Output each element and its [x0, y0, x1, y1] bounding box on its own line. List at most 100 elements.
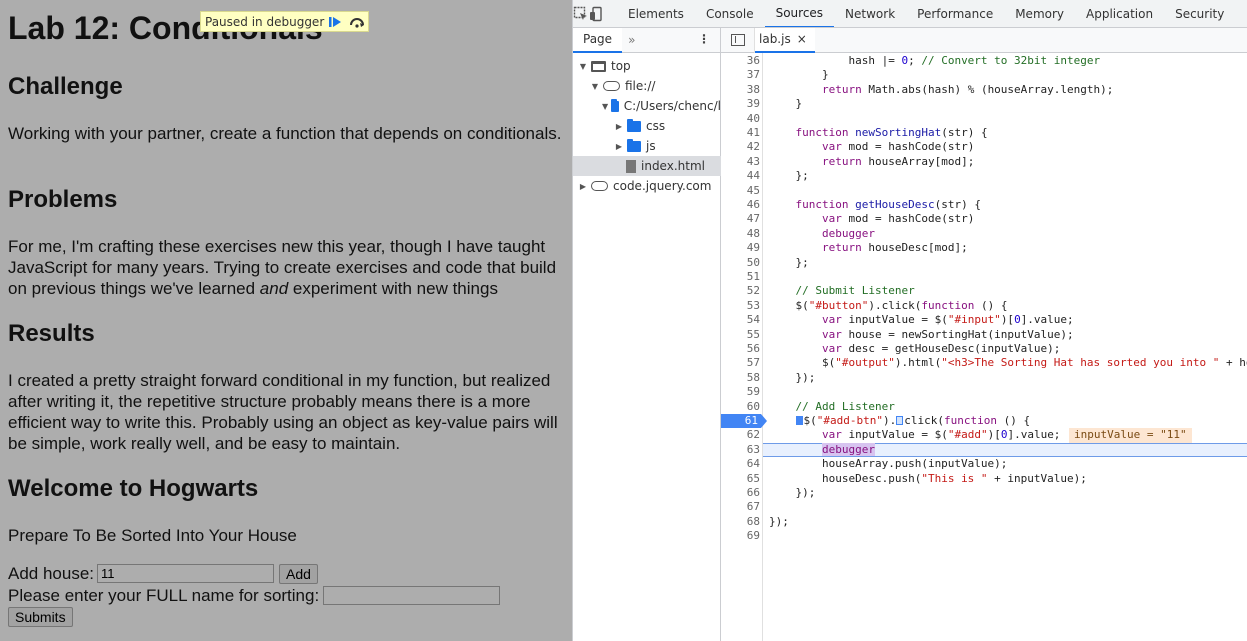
tab-elements[interactable]: Elements — [617, 0, 695, 27]
line-number[interactable]: 56 — [721, 342, 763, 356]
line-number[interactable]: 46 — [721, 198, 763, 212]
navigator-tab-page[interactable]: Page — [573, 27, 623, 53]
line-number[interactable]: 55 — [721, 328, 763, 342]
tab-console[interactable]: Console — [695, 0, 765, 27]
code-line[interactable]: $("#button").click(function () { — [763, 299, 1247, 313]
code-line[interactable] — [763, 184, 1247, 198]
line-number[interactable]: 53 — [721, 299, 763, 313]
code-line[interactable]: houseDesc.push("This is " + inputValue); — [763, 472, 1247, 486]
tree-expand-arrow-icon[interactable]: ▼ — [578, 62, 588, 71]
line-number[interactable]: 41 — [721, 126, 763, 140]
code-line[interactable]: }); — [763, 486, 1247, 500]
tab-memory[interactable]: Memory — [1004, 0, 1075, 27]
code-line[interactable]: debugger — [763, 227, 1247, 241]
code-line[interactable] — [763, 500, 1247, 514]
code-line[interactable]: }; — [763, 256, 1247, 270]
resume-button[interactable] — [324, 12, 346, 31]
tab-network[interactable]: Network — [834, 0, 906, 27]
line-number[interactable]: 51 — [721, 270, 763, 284]
tree-expand-arrow-icon[interactable]: ▶ — [578, 182, 588, 191]
tab-application[interactable]: Application — [1075, 0, 1164, 27]
line-number[interactable]: 54 — [721, 313, 763, 327]
add-house-input[interactable] — [97, 564, 275, 583]
submit-button[interactable]: Submits — [8, 607, 73, 627]
name-input[interactable] — [323, 586, 501, 605]
line-number[interactable]: 38 — [721, 83, 763, 97]
line-number[interactable]: 68 — [721, 515, 763, 529]
breakpoint-line-number[interactable]: 61 — [721, 414, 767, 429]
line-number[interactable]: 58 — [721, 371, 763, 385]
more-tabs-chevron-icon[interactable]: » — [628, 33, 635, 47]
line-number[interactable]: 67 — [721, 500, 763, 514]
code-line[interactable]: var inputValue = $("#input")[0].value; — [763, 313, 1247, 327]
code-line[interactable]: var house = newSortingHat(inputValue); — [763, 328, 1247, 342]
code-line[interactable]: houseArray.push(inputValue); — [763, 457, 1247, 471]
line-number[interactable]: 59 — [721, 385, 763, 399]
line-number[interactable]: 57 — [721, 356, 763, 370]
code-line[interactable]: var desc = getHouseDesc(inputValue); — [763, 342, 1247, 356]
code-area[interactable]: hash |= 0; // Convert to 32bit integer }… — [763, 53, 1247, 641]
line-number[interactable]: 52 — [721, 284, 763, 298]
line-number[interactable]: 44 — [721, 169, 763, 183]
tree-item[interactable]: ▶ js — [573, 136, 721, 156]
code-line[interactable]: hash |= 0; // Convert to 32bit integer — [763, 54, 1247, 68]
line-number[interactable]: 50 — [721, 256, 763, 270]
line-number[interactable]: 48 — [721, 227, 763, 241]
line-number[interactable]: 40 — [721, 112, 763, 126]
tree-expand-arrow-icon[interactable]: ▶ — [614, 122, 624, 131]
tree-expand-arrow-icon[interactable]: ▶ — [614, 142, 624, 151]
line-number[interactable]: 63 — [721, 443, 763, 457]
current-execution-line[interactable]: debugger — [763, 442, 1247, 458]
line-number[interactable]: 39 — [721, 97, 763, 111]
line-number[interactable]: 62 — [721, 428, 763, 442]
tree-item[interactable]: ▶ css — [573, 116, 721, 136]
line-number[interactable]: 69 — [721, 529, 763, 543]
code-line[interactable]: $("#output").html("<h3>The Sorting Hat h… — [763, 356, 1247, 370]
line-number[interactable]: 36 — [721, 54, 763, 68]
line-number[interactable]: 43 — [721, 155, 763, 169]
code-line[interactable]: var inputValue = $("#add")[0].value; inpu… — [763, 428, 1247, 443]
line-number[interactable]: 49 — [721, 241, 763, 255]
code-line[interactable]: return houseArray[mod]; — [763, 155, 1247, 169]
code-line[interactable]: function getHouseDesc(str) { — [763, 198, 1247, 212]
tree-item[interactable]: ▼ top — [573, 56, 721, 76]
code-line[interactable]: $("#add-btn"). click(function () { — [763, 414, 1247, 428]
tree-item[interactable]: ▶ code.jquery.com — [573, 176, 721, 196]
editor-file-tab[interactable]: lab.js × — [755, 27, 815, 53]
toggle-navigator-button[interactable] — [721, 27, 755, 53]
code-line[interactable] — [763, 112, 1247, 126]
tree-item[interactable]: ▼ C:/Users/chenc/l — [573, 96, 721, 116]
code-line[interactable]: } — [763, 97, 1247, 111]
add-house-button[interactable]: Add — [279, 563, 318, 584]
line-number[interactable]: 47 — [721, 212, 763, 226]
line-number[interactable]: 37 — [721, 68, 763, 82]
code-line[interactable] — [763, 529, 1247, 543]
code-line[interactable] — [763, 270, 1247, 284]
code-line[interactable]: function newSortingHat(str) { — [763, 126, 1247, 140]
tree-expand-arrow-icon[interactable]: ▼ — [602, 102, 608, 111]
tree-item[interactable]: ▼ file:// — [573, 76, 721, 96]
code-line[interactable]: var mod = hashCode(str) — [763, 140, 1247, 154]
tree-expand-arrow-icon[interactable]: ▼ — [590, 82, 600, 91]
code-line[interactable]: return Math.abs(hash) % (houseArray.leng… — [763, 83, 1247, 97]
line-number-gutter[interactable]: 36 37 38 39 40 41 42 43 44 45 46 47 48 49 50 51 52 53 54 55… — [721, 53, 767, 641]
tab-security[interactable]: Security — [1164, 0, 1235, 27]
tab-lighthouse[interactable]: L — [1235, 0, 1247, 27]
line-number[interactable]: 64 — [721, 457, 763, 471]
code-line[interactable]: // Submit Listener — [763, 284, 1247, 298]
inspect-element-button[interactable] — [573, 0, 589, 27]
tree-item[interactable]: index.html — [573, 156, 721, 176]
code-line[interactable]: }); — [763, 371, 1247, 385]
step-over-button[interactable] — [346, 12, 368, 31]
device-toolbar-button[interactable] — [589, 0, 605, 27]
line-number[interactable]: 45 — [721, 184, 763, 198]
code-line[interactable]: } — [763, 68, 1247, 82]
code-line[interactable]: return houseDesc[mod]; — [763, 241, 1247, 255]
line-number[interactable]: 60 — [721, 400, 763, 414]
kebab-menu-icon[interactable]: ⋮ — [698, 32, 710, 46]
line-number[interactable]: 66 — [721, 486, 763, 500]
code-line[interactable]: // Add Listener — [763, 400, 1247, 414]
code-line[interactable]: var mod = hashCode(str) — [763, 212, 1247, 226]
line-number[interactable]: 65 — [721, 472, 763, 486]
code-line[interactable]: }); — [763, 515, 1247, 529]
